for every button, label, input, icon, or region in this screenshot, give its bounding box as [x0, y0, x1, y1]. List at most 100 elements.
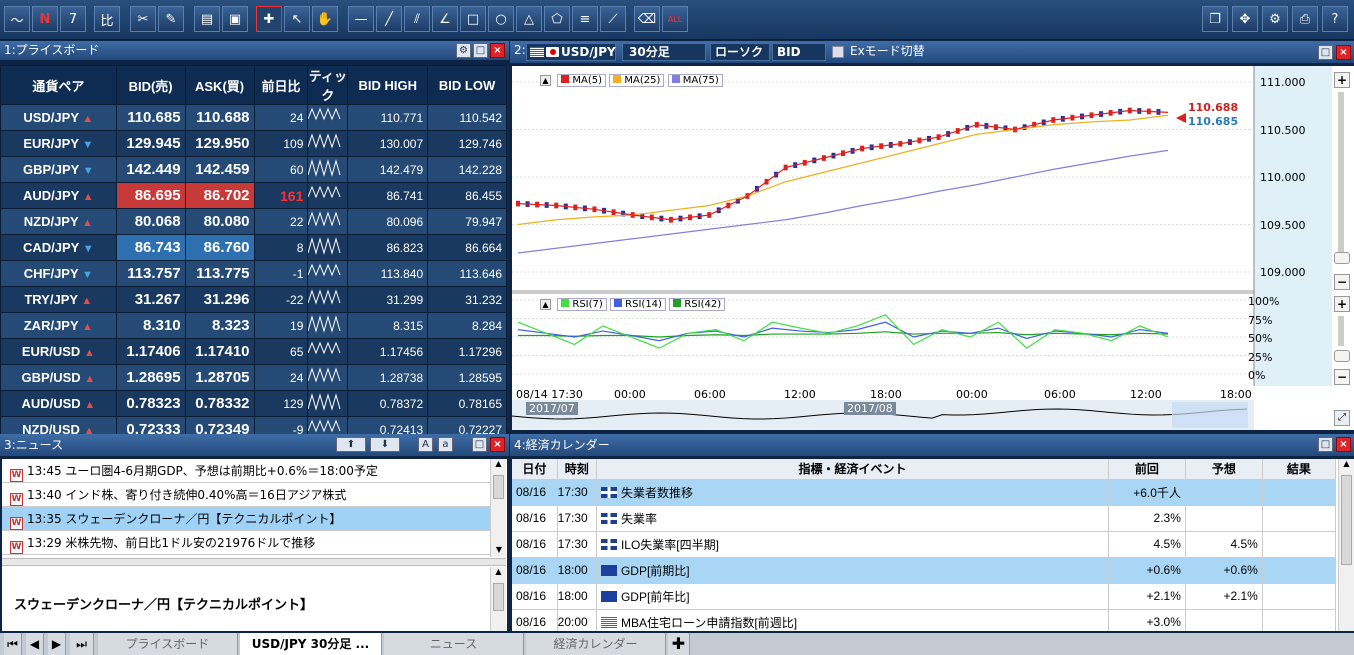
maximize-icon[interactable]: □ — [1318, 45, 1333, 60]
zoom-slider[interactable] — [1338, 92, 1344, 252]
ask-cell[interactable]: 129.950 — [184, 130, 255, 157]
resize-icon[interactable]: ⤢ — [1334, 410, 1350, 426]
calendar-icon[interactable]: 7 — [60, 6, 86, 32]
ask-cell[interactable]: 110.688 — [184, 104, 255, 131]
news-item[interactable]: W 13:35 スウェーデンクローナ／円【テクニカルポイント】 — [2, 507, 490, 531]
close-icon[interactable]: × — [1336, 45, 1351, 60]
fullscreen-icon[interactable]: ✥ — [1232, 6, 1258, 32]
font-larger-icon[interactable]: A — [418, 437, 433, 452]
calendar-header[interactable]: 時刻 — [557, 459, 597, 480]
priceboard-row[interactable]: GBP/JPY ▼ 142.449 142.459 60 142.479 142… — [0, 156, 507, 183]
calendar-row[interactable]: 08/16 18:00 GDP[前期比] +0.6% +0.6% — [512, 557, 1337, 584]
maximize-icon[interactable]: □ — [1318, 437, 1333, 452]
rsi-zoom-slider[interactable] — [1338, 316, 1344, 346]
priceboard-header[interactable]: 前日比 — [253, 65, 309, 105]
legend-rsi14[interactable]: RSI(14) — [609, 298, 666, 311]
calendar-row[interactable]: 08/16 17:30 失業率 2.3% — [512, 505, 1337, 532]
next-tab-icon[interactable]: ▶ — [48, 633, 66, 655]
close-icon[interactable]: × — [490, 437, 505, 452]
layout-icon[interactable]: ▤ — [194, 6, 220, 32]
bid-cell[interactable]: 1.17406 — [115, 338, 186, 365]
calendar-row[interactable]: 08/16 17:30 ILO失業率[四半期] 4.5% 4.5% — [512, 531, 1337, 558]
calendar-header[interactable]: 予想 — [1185, 459, 1263, 480]
triangle-icon[interactable]: △ — [516, 6, 542, 32]
ask-cell[interactable]: 0.78332 — [184, 390, 255, 417]
legend-ma5[interactable]: MA(5) — [557, 74, 607, 87]
legend-ma75[interactable]: MA(75) — [667, 74, 723, 87]
tools-icon[interactable]: ✂ — [130, 6, 156, 32]
settings-icon[interactable]: ⚙ — [456, 43, 471, 58]
bid-cell[interactable]: 142.449 — [115, 156, 186, 183]
print-icon[interactable]: ⎙ — [1292, 6, 1318, 32]
pentagon-icon[interactable]: ⬠ — [544, 6, 570, 32]
legend-rsi7[interactable]: RSI(7) — [557, 298, 607, 311]
fibonacci-icon[interactable]: ≡ — [572, 6, 598, 32]
channel-icon[interactable]: ⫽ — [404, 6, 430, 32]
collapse-icon[interactable]: ▲ — [540, 75, 551, 86]
prev-tab-icon[interactable]: ◀ — [26, 633, 44, 655]
ask-cell[interactable]: 86.760 — [184, 234, 255, 261]
window-icon[interactable]: ❐ — [1202, 6, 1228, 32]
priceboard-row[interactable]: USD/JPY ▲ 110.685 110.688 24 110.771 110… — [0, 104, 507, 131]
priceboard-header[interactable]: BID(売) — [115, 65, 186, 105]
zoom-handle[interactable] — [1334, 252, 1350, 264]
circle-icon[interactable]: ○ — [488, 6, 514, 32]
news-icon[interactable]: N — [32, 6, 58, 32]
chart-type-selector[interactable]: ローソク — [710, 43, 770, 61]
bid-cell[interactable]: 110.685 — [115, 104, 186, 131]
close-icon[interactable]: × — [1336, 437, 1351, 452]
priceboard-row[interactable]: ZAR/JPY ▲ 8.310 8.323 19 8.315 8.284 — [0, 312, 507, 339]
font-smaller-icon[interactable]: a — [438, 437, 453, 452]
news-detail-scrollbar[interactable]: ▲ — [490, 567, 506, 631]
priceboard-row[interactable]: AUD/JPY ▲ 86.695 86.702 161 86.741 86.45… — [0, 182, 507, 209]
priceboard-row[interactable]: AUD/USD ▲ 0.78323 0.78332 129 0.78372 0.… — [0, 390, 507, 417]
scroll-down-icon[interactable]: ⬇ — [370, 437, 400, 452]
tab-news[interactable]: ニュース — [384, 633, 524, 655]
news-list-scrollbar[interactable]: ▲ ▼ — [490, 459, 506, 557]
calendar-row[interactable]: 08/16 20:00 MBA住宅ローン申請指数[前週比] +3.0% — [512, 609, 1337, 631]
priceboard-header[interactable]: ティック — [307, 65, 349, 105]
ask-cell[interactable]: 80.080 — [184, 208, 255, 235]
scroll-up-icon[interactable]: ⬆ — [336, 437, 366, 452]
rectangle-icon[interactable]: □ — [460, 6, 486, 32]
priceboard-row[interactable]: CAD/JPY ▼ 86.743 86.760 8 86.823 86.664 — [0, 234, 507, 261]
priceboard-row[interactable]: EUR/JPY ▼ 129.945 129.950 109 130.007 12… — [0, 130, 507, 157]
ex-mode-checkbox[interactable] — [832, 46, 844, 58]
priceboard-row[interactable]: TRY/JPY ▲ 31.267 31.296 -22 31.299 31.23… — [0, 286, 507, 313]
splitter[interactable] — [2, 558, 506, 566]
ask-cell[interactable]: 8.323 — [184, 312, 255, 339]
trendline-icon[interactable]: ╱ — [376, 6, 402, 32]
rsi-zoom-out-button[interactable]: − — [1334, 369, 1350, 385]
priceboard-header[interactable]: BID LOW — [427, 65, 507, 105]
bid-cell[interactable]: 86.695 — [115, 182, 186, 209]
first-tab-icon[interactable]: ⏮ — [4, 633, 22, 655]
last-tab-icon[interactable]: ⏭ — [70, 633, 94, 655]
zoom-in-button[interactable]: + — [1334, 72, 1350, 88]
tab-chart[interactable]: USD/JPY 30分足 ... — [240, 633, 382, 655]
calendar-row[interactable]: 08/16 17:30 失業者数推移 +6.0千人 — [512, 479, 1337, 506]
bid-cell[interactable]: 113.757 — [115, 260, 186, 287]
pencil-icon[interactable]: ✎ — [158, 6, 184, 32]
priceboard-header[interactable]: ASK(買) — [184, 65, 255, 105]
calendar-header[interactable]: 指標・経済イベント — [596, 459, 1109, 480]
rsi-zoom-handle[interactable] — [1334, 350, 1350, 362]
fan-icon[interactable]: ⟋ — [600, 6, 626, 32]
pair-selector[interactable]: USD/JPY — [526, 43, 616, 61]
bid-cell[interactable]: 0.78323 — [115, 390, 186, 417]
priceboard-row[interactable]: NZD/JPY ▲ 80.068 80.080 22 80.096 79.947 — [0, 208, 507, 235]
eraser-icon[interactable]: ⌫ — [634, 6, 660, 32]
calendar-row[interactable]: 08/16 18:00 GDP[前年比] +2.1% +2.1% — [512, 583, 1337, 610]
priceboard-header[interactable]: BID HIGH — [347, 65, 429, 105]
angle-icon[interactable]: ∠ — [432, 6, 458, 32]
ask-cell[interactable]: 86.702 — [184, 182, 255, 209]
bid-cell[interactable]: 80.068 — [115, 208, 186, 235]
add-tab-button[interactable]: ✚ — [668, 633, 690, 655]
rsi-zoom-in-button[interactable]: + — [1334, 296, 1350, 312]
chart-icon[interactable]: 〜 — [4, 6, 30, 32]
crosshair-icon[interactable]: ✚ — [256, 6, 282, 32]
priceboard-row[interactable]: EUR/USD ▲ 1.17406 1.17410 65 1.17456 1.1… — [0, 338, 507, 365]
bid-cell[interactable]: 129.945 — [115, 130, 186, 157]
interval-selector[interactable]: 30分足 — [622, 43, 706, 61]
maximize-icon[interactable]: □ — [473, 43, 488, 58]
maximize-icon[interactable]: □ — [472, 437, 487, 452]
